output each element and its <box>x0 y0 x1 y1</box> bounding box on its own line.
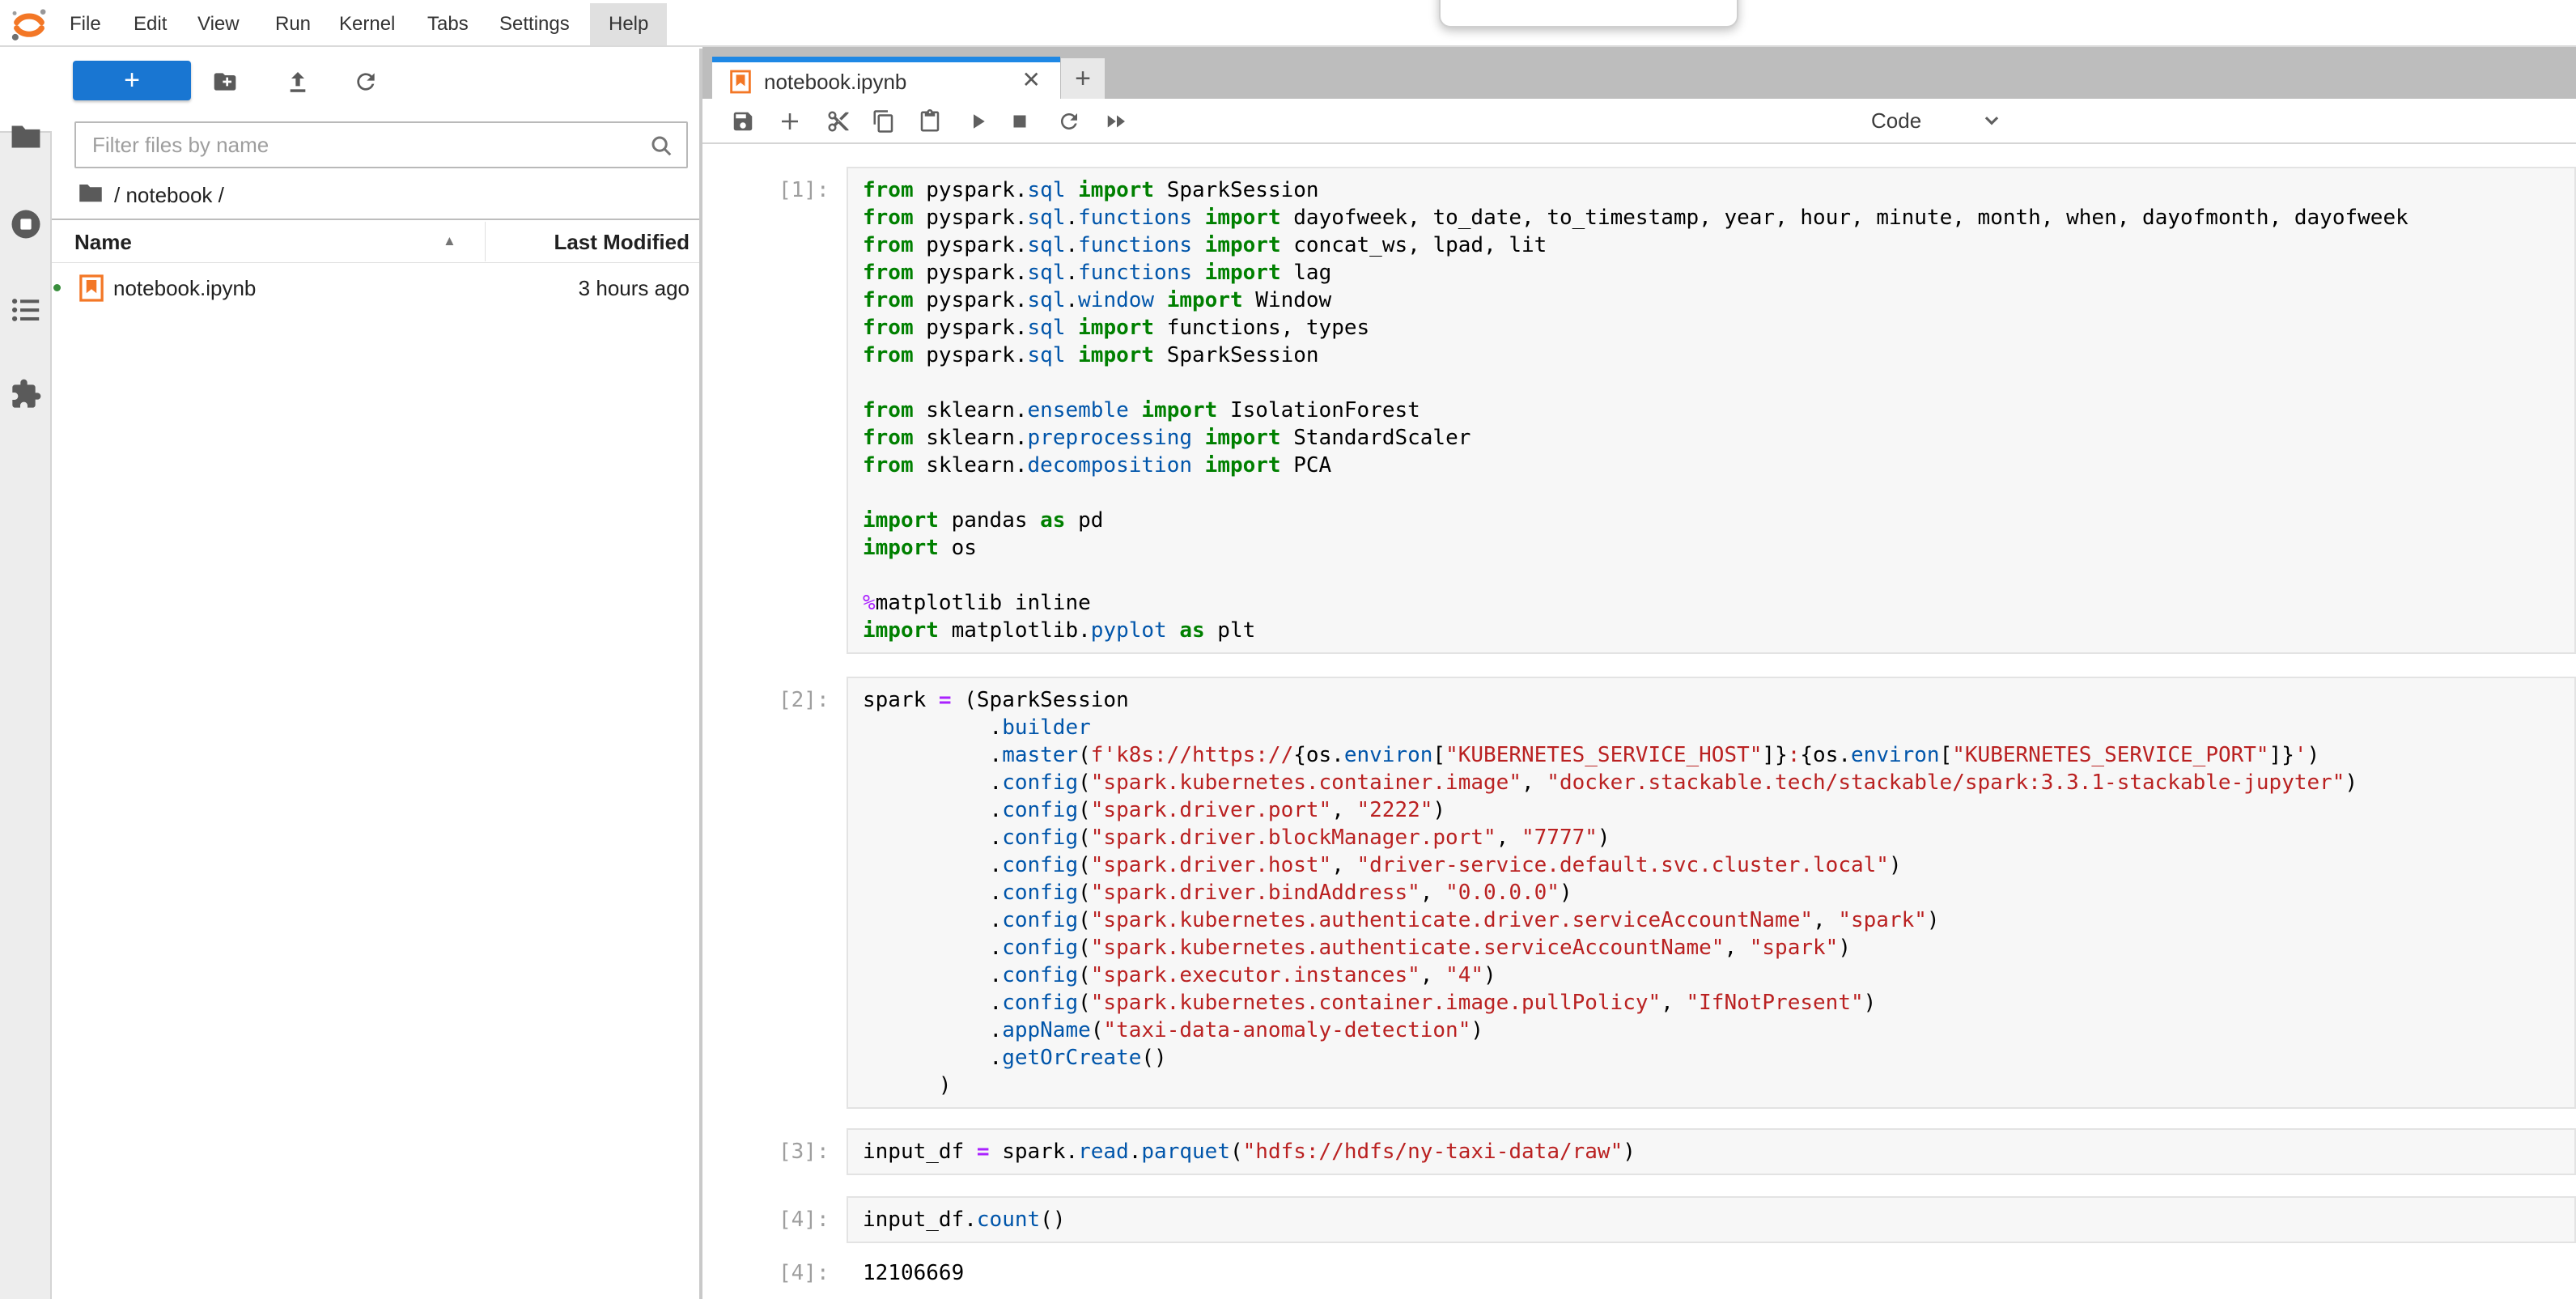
url-popup[interactable]: github.com <box>1439 0 1738 28</box>
breadcrumb-folder-icon[interactable] <box>79 182 103 209</box>
new-launcher-button[interactable]: + <box>73 61 191 100</box>
notebook-toolbar: Code <box>702 99 2576 144</box>
menu-item-kernel[interactable]: Kernel <box>320 3 414 45</box>
search-icon <box>649 134 673 162</box>
copy-icon[interactable] <box>872 109 896 138</box>
breadcrumb-path: / notebook / <box>114 183 224 208</box>
menu-item-file[interactable]: File <box>51 3 120 45</box>
menu-item-settings[interactable]: Settings <box>481 3 588 45</box>
notebook-file-icon <box>79 274 104 306</box>
menu-item-tabs[interactable]: Tabs <box>409 3 487 45</box>
table-of-contents-icon[interactable] <box>0 296 52 324</box>
cut-icon[interactable] <box>826 109 851 138</box>
filter-files-input[interactable] <box>92 123 643 167</box>
cell-output-value: 12106669 <box>863 1259 964 1287</box>
tab-notebook[interactable]: notebook.ipynb ✕ <box>712 57 1060 99</box>
code-cell-editor[interactable]: from pyspark.sql import SparkSessionfrom… <box>847 167 2576 654</box>
column-header-modified[interactable]: Last Modified <box>554 230 690 255</box>
menubar: FileEditViewRunKernelTabsSettingsHelp <box>0 0 2576 47</box>
refresh-icon[interactable] <box>353 69 379 99</box>
new-folder-icon[interactable] <box>212 69 238 99</box>
code-cell-editor[interactable]: input_df.count() <box>847 1196 2576 1243</box>
file-browser-panel: + / notebook / Name ▲ <box>52 49 699 1299</box>
code-cell-editor[interactable]: input_df = spark.read.parquet("hdfs://hd… <box>847 1128 2576 1175</box>
cell-input-prompt: [2]: <box>779 686 830 714</box>
column-divider <box>485 222 486 261</box>
paste-icon[interactable] <box>918 109 942 138</box>
jupyter-logo-icon <box>8 5 50 48</box>
file-modified: 3 hours ago <box>579 276 690 301</box>
tab-title: notebook.ipynb <box>764 70 906 95</box>
cell-input-prompt: [1]: <box>779 176 830 204</box>
stop-icon[interactable] <box>1008 109 1032 138</box>
running-status-dot <box>53 284 61 291</box>
run-icon[interactable] <box>965 109 990 138</box>
new-tab-button[interactable]: + <box>1061 58 1105 99</box>
extension-puzzle-icon[interactable] <box>0 378 52 410</box>
restart-kernel-icon[interactable] <box>1057 109 1081 138</box>
jupyterlab-window: FileEditViewRunKernelTabsSettingsHelp gi… <box>0 0 2576 1299</box>
cell-input-prompt: [4]: <box>779 1206 830 1233</box>
activity-bar <box>0 49 52 1299</box>
run-all-icon[interactable] <box>1104 109 1130 138</box>
notebook-area: [1]: from pyspark.sql import SparkSession… <box>702 146 2576 1299</box>
file-list-item[interactable]: notebook.ipynb 3 hours ago <box>52 264 699 312</box>
cell-input-prompt: [3]: <box>779 1138 830 1165</box>
menu-item-run[interactable]: Run <box>257 3 329 45</box>
notebook-file-icon <box>730 70 751 98</box>
save-icon[interactable] <box>731 109 755 138</box>
running-kernels-icon[interactable] <box>0 207 52 241</box>
file-name: notebook.ipynb <box>113 276 256 301</box>
chevron-down-icon[interactable] <box>1978 106 2005 138</box>
tab-close-icon[interactable]: ✕ <box>1022 66 1041 93</box>
menu-item-view[interactable]: View <box>179 3 258 45</box>
menu-item-edit[interactable]: Edit <box>115 3 185 45</box>
column-header-name[interactable]: Name <box>74 230 132 255</box>
add-cell-icon[interactable] <box>778 109 802 138</box>
code-cell-editor[interactable]: spark = (SparkSession .builder .master(f… <box>847 677 2576 1109</box>
menu-item-help[interactable]: Help <box>590 3 667 45</box>
cell-output-prompt: [4]: <box>779 1259 830 1287</box>
folder-icon[interactable] <box>0 124 52 150</box>
sort-ascending-icon[interactable]: ▲ <box>443 233 456 249</box>
upload-icon[interactable] <box>285 69 311 99</box>
tab-active-accent <box>712 57 1060 62</box>
filter-box <box>74 121 688 168</box>
activity-active-tab-bg <box>0 49 52 131</box>
file-list-header: Name ▲ Last Modified <box>52 219 699 263</box>
breadcrumb[interactable]: / notebook / <box>79 180 224 210</box>
